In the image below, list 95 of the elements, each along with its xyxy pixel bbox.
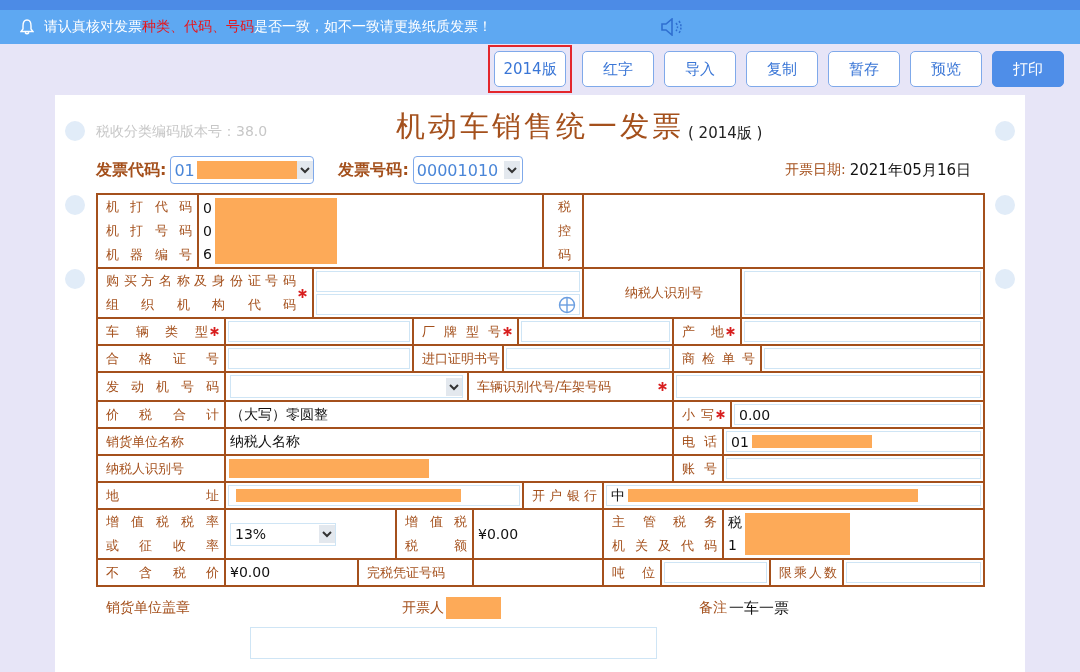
field-value: （大写）零圆整 — [230, 405, 328, 424]
input-field[interactable] — [676, 375, 981, 398]
field-label: 商检单号 — [682, 349, 755, 368]
input-field[interactable] — [664, 562, 767, 583]
field-label: 或征收率 — [106, 537, 219, 555]
input-field[interactable]: 01 — [726, 431, 981, 452]
input-field[interactable] — [846, 562, 981, 583]
field-label: 主管税务 — [612, 513, 717, 531]
field-label: 纳税人识别号 — [106, 459, 185, 478]
field-label: 发票代码: — [96, 159, 167, 181]
field-label: 增值税税率 — [106, 513, 219, 531]
field-value: 1 — [728, 536, 738, 555]
invoice-title: 机动车销售统一发票 — [396, 108, 684, 145]
dropdown-icon[interactable] — [319, 525, 335, 543]
dropdown[interactable]: 13% — [230, 522, 336, 546]
field-label: 完税凭证号码 — [367, 563, 446, 582]
punch-hole — [65, 195, 85, 215]
field-value: 纳税人名称 — [230, 432, 300, 451]
field-label: 开票日期: — [784, 161, 846, 179]
dropdown-icon[interactable] — [446, 377, 462, 396]
field-label: 产地 — [682, 322, 724, 341]
field-label: 销货单位名称 — [106, 432, 185, 451]
field-label: 机关及代码 — [612, 537, 717, 555]
toolbar-button[interactable]: 打印 — [992, 51, 1064, 87]
input-field[interactable] — [764, 348, 981, 369]
input-field[interactable] — [316, 271, 580, 292]
input-field[interactable] — [726, 458, 981, 479]
field-label: 纳税人识别号 — [624, 284, 703, 302]
notice-text: 请认真核对发票种类、代码、号码是否一致，如不一致请更换纸质发票！ — [44, 18, 492, 36]
toolbar-button[interactable]: 复制 — [746, 51, 818, 87]
field-value: 6 — [203, 244, 212, 264]
field-label: 不含税价 — [106, 563, 219, 582]
input-field[interactable] — [521, 321, 670, 342]
speaker-icon[interactable] — [660, 18, 684, 36]
field-label: 开户银行 — [532, 486, 597, 505]
field-value: 税 — [728, 513, 742, 532]
input-field[interactable]: 0.00 — [734, 404, 981, 425]
field-label: 购买方名称及身份证号码 — [106, 272, 296, 290]
punch-hole — [65, 269, 85, 289]
input-field[interactable]: 中 — [606, 485, 981, 506]
dropdown-icon[interactable] — [503, 161, 520, 179]
field-label: 发票号码: — [338, 159, 409, 181]
input-field[interactable] — [228, 321, 410, 342]
edition-label: ( 2014版 ) — [688, 124, 763, 144]
field-value: 2021年05月16日 — [849, 160, 971, 180]
field-value: 一车一票 — [728, 598, 789, 618]
field-label: 厂牌型号 — [422, 322, 501, 341]
field-label: 发动机号码 — [106, 377, 219, 396]
field-label: 电话 — [682, 432, 717, 451]
dropdown[interactable]: 00001010 — [412, 156, 523, 184]
field-label: 账号 — [682, 459, 717, 478]
input-field[interactable] — [250, 627, 657, 659]
field-label: 地址 — [106, 486, 219, 505]
dropdown[interactable]: 01 — [170, 156, 315, 184]
field-label: 进口证明书号 — [422, 349, 500, 368]
punch-hole — [65, 121, 85, 141]
field-label: 码 — [558, 246, 571, 264]
field-label: 销货单位盖章 — [106, 599, 190, 617]
field-value: 0 — [203, 198, 212, 218]
field-label: 控 — [558, 222, 571, 240]
field-label: 机打号码 — [106, 222, 192, 240]
field-value: ¥0.00 — [230, 563, 271, 582]
field-label: 备注 — [698, 599, 727, 617]
input-field[interactable] — [506, 348, 670, 369]
punch-hole — [995, 195, 1015, 215]
field-label: 价税合计 — [106, 405, 219, 424]
field-label: 合格证号 — [106, 349, 219, 368]
field-label: 开票人 — [402, 599, 445, 617]
field-label: 限乘人数 — [779, 563, 837, 582]
field-label: 车辆识别代号/车架号码 — [477, 377, 613, 396]
input-field[interactable] — [316, 294, 580, 315]
field-label: 增值税 — [405, 513, 467, 531]
toolbar-button[interactable]: 红字 — [582, 51, 654, 87]
input-field[interactable] — [228, 485, 520, 506]
input-field[interactable] — [744, 321, 981, 342]
field-label: 税 — [558, 198, 571, 216]
punch-hole — [995, 121, 1015, 141]
field-label: 吨位 — [612, 563, 655, 582]
toolbar-button[interactable]: 导入 — [664, 51, 736, 87]
bell-icon — [20, 19, 34, 35]
crosshair-icon[interactable] — [558, 295, 576, 314]
toolbar-button[interactable]: 2014版 — [494, 51, 566, 87]
toolbar-button[interactable]: 暂存 — [828, 51, 900, 87]
toolbar-button[interactable]: 预览 — [910, 51, 982, 87]
input-field[interactable] — [744, 271, 981, 315]
field-value: ¥0.00 — [478, 524, 519, 544]
field-label: 小写 — [682, 405, 714, 424]
field-label: 税额 — [405, 537, 467, 555]
field-label: 机打代码 — [106, 198, 192, 216]
field-value: 0 — [203, 221, 212, 241]
field-label: 机器编号 — [106, 246, 192, 264]
punch-hole — [995, 269, 1015, 289]
field-label: 车辆类型 — [106, 322, 208, 341]
field-label: 组织机构代码 — [106, 296, 296, 314]
input-field[interactable] — [228, 348, 410, 369]
